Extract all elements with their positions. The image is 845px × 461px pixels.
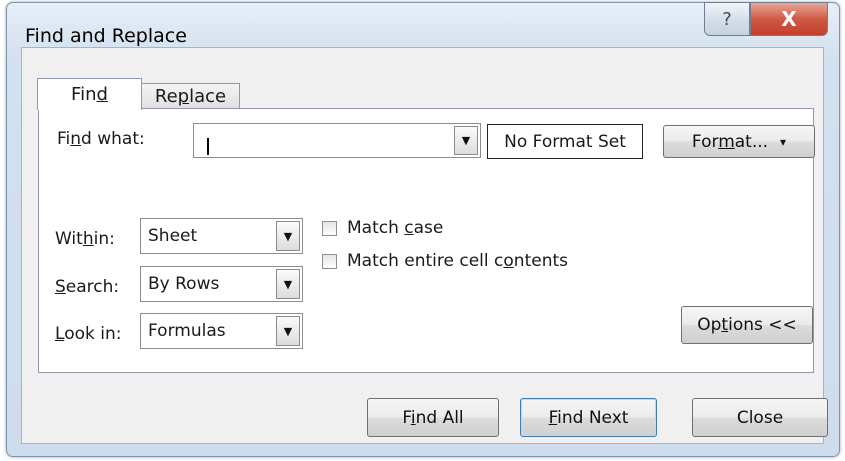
close-icon: X [781, 7, 797, 31]
match-entire-cell-checkbox[interactable] [322, 254, 337, 269]
close-button[interactable]: Close [692, 398, 828, 437]
find-replace-dialog: Find and Replace ? X Find Replace Find w… [6, 2, 840, 457]
within-dropdown-button[interactable]: ▼ [276, 221, 300, 251]
help-button[interactable]: ? [704, 2, 750, 36]
look-in-dropdown-button[interactable]: ▼ [276, 316, 300, 346]
chevron-down-icon: ▾ [780, 134, 787, 149]
chevron-down-icon: ▼ [283, 324, 293, 338]
tab-find-label: Find [71, 84, 108, 105]
find-all-button[interactable]: Find All [367, 398, 499, 437]
find-tab-panel: Find what: ▼ No Format Set Format... ▾ W… [38, 108, 815, 373]
search-label: Search: [55, 277, 120, 297]
look-in-value: Formulas [148, 321, 226, 341]
look-in-label: Look in: [55, 324, 122, 344]
chevron-down-icon: ▼ [283, 229, 293, 243]
tab-replace[interactable]: Replace [142, 83, 240, 109]
find-what-label: Find what: [57, 129, 145, 149]
dialog-body: Find Replace Find what: ▼ No Format Set … [21, 47, 828, 444]
format-preview-text: No Format Set [504, 131, 626, 152]
dialog-title: Find and Replace [25, 25, 187, 47]
format-preview: No Format Set [487, 124, 643, 159]
format-button-label: Format... [691, 131, 769, 152]
search-dropdown-button[interactable]: ▼ [276, 269, 300, 299]
look-in-select[interactable]: Formulas ▼ [140, 313, 303, 349]
format-button[interactable]: Format... ▾ [663, 125, 815, 158]
chevron-down-icon: ▼ [461, 134, 471, 147]
within-value: Sheet [148, 226, 198, 246]
chevron-down-icon: ▼ [283, 277, 293, 291]
window-close-button[interactable]: X [750, 2, 828, 36]
find-all-label: Find All [402, 407, 464, 428]
match-case-checkbox[interactable] [322, 221, 337, 236]
help-icon: ? [722, 8, 732, 30]
text-cursor [207, 138, 209, 155]
tab-replace-label: Replace [154, 85, 227, 107]
find-next-button[interactable]: Find Next [520, 398, 657, 437]
find-what-dropdown-button[interactable]: ▼ [454, 126, 478, 155]
find-what-combobox[interactable]: ▼ [193, 123, 481, 158]
search-value: By Rows [148, 274, 220, 294]
close-button-label: Close [736, 407, 784, 428]
match-entire-cell-label[interactable]: Match entire cell contents [347, 251, 568, 271]
within-label: Within: [55, 229, 115, 249]
match-case-label[interactable]: Match case [347, 218, 443, 238]
find-next-label: Find Next [548, 407, 629, 428]
within-select[interactable]: Sheet ▼ [140, 218, 303, 254]
search-select[interactable]: By Rows ▼ [140, 266, 303, 302]
options-button[interactable]: Options << [681, 306, 813, 344]
options-button-label: Options << [697, 315, 797, 335]
tab-find[interactable]: Find [37, 78, 142, 110]
